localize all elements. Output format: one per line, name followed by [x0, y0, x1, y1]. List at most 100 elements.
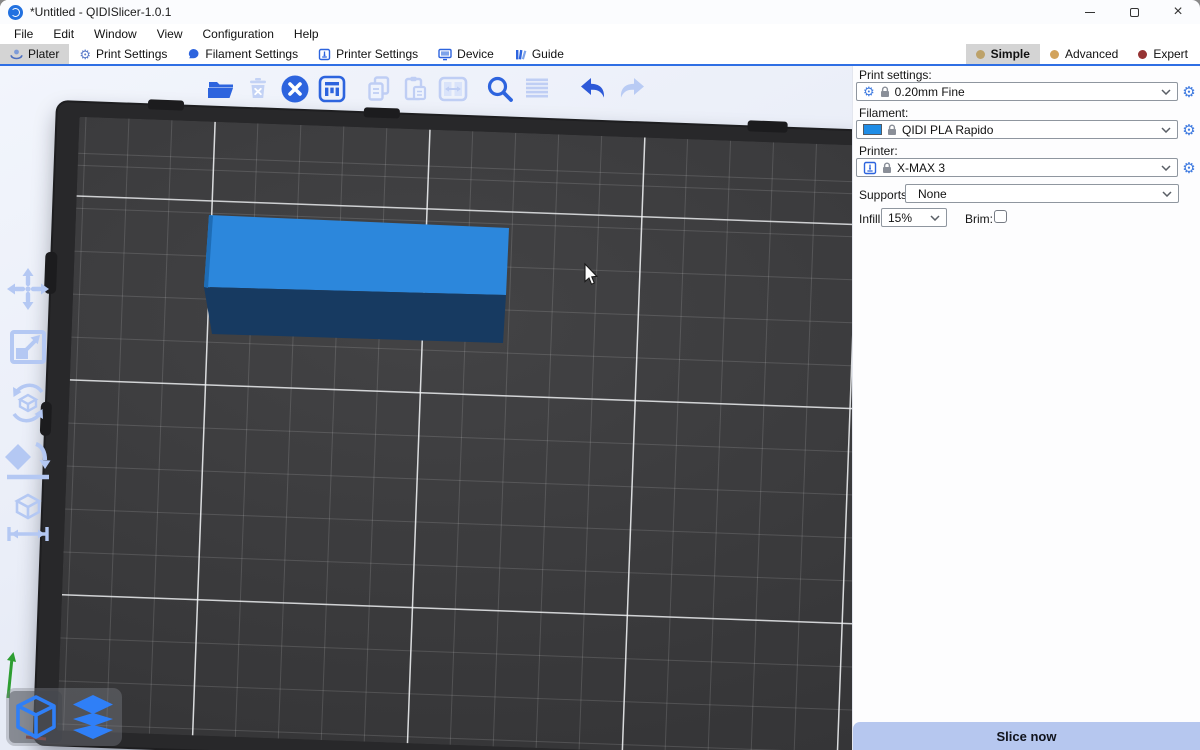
arrange-icon	[317, 74, 347, 104]
mode-advanced[interactable]: Advanced	[1040, 44, 1128, 64]
place-on-face-tool-button[interactable]	[2, 435, 54, 485]
mode-expert[interactable]: Expert	[1128, 44, 1198, 64]
measure-icon	[4, 492, 52, 542]
lock-icon	[882, 162, 892, 174]
print-bed-grid	[57, 117, 852, 750]
place-on-face-icon	[4, 436, 52, 484]
window-title: *Untitled - QIDISlicer-1.0.1	[30, 5, 171, 19]
chevron-down-icon	[1161, 89, 1171, 95]
printer-select[interactable]: X-MAX 3	[856, 158, 1178, 177]
view-mode-toggle	[6, 688, 122, 746]
print-settings-value: 0.20mm Fine	[895, 85, 965, 99]
device-icon	[438, 48, 452, 61]
tab-label: Guide	[532, 47, 564, 61]
supports-label: Supports:	[859, 188, 910, 202]
mode-label: Advanced	[1065, 47, 1118, 61]
scale-tool-button[interactable]	[2, 321, 54, 371]
print-settings-select[interactable]: ⚙ 0.20mm Fine	[856, 82, 1178, 101]
tab-device[interactable]: Device	[428, 44, 504, 64]
split-view-icon	[437, 74, 469, 104]
menu-configuration[interactable]: Configuration	[193, 25, 284, 43]
menu-window[interactable]: Window	[84, 25, 147, 43]
simple-mode-dot-icon	[976, 50, 985, 59]
slice-now-button[interactable]: Slice now	[853, 722, 1200, 750]
filament-gear-button[interactable]: ⚙	[1181, 123, 1197, 138]
gear-icon: ⚙	[863, 85, 875, 98]
rotate-icon	[5, 378, 51, 428]
3d-viewport[interactable]	[0, 66, 852, 750]
redo-arrow-icon	[615, 75, 647, 103]
printer-icon	[318, 48, 331, 61]
menu-file[interactable]: File	[4, 25, 43, 43]
search-button[interactable]	[482, 68, 519, 110]
undo-button[interactable]	[576, 68, 613, 110]
redo-button[interactable]	[613, 68, 650, 110]
move-tool-button[interactable]	[2, 264, 54, 314]
layers-preview-icon	[70, 693, 116, 741]
scale-icon	[5, 323, 51, 369]
tab-label: Printer Settings	[336, 47, 418, 61]
supports-select[interactable]: None	[905, 184, 1179, 203]
print-settings-label: Print settings:	[859, 68, 932, 82]
copy-button[interactable]	[361, 68, 398, 110]
minimize-icon	[1085, 12, 1095, 13]
menu-edit[interactable]: Edit	[43, 25, 84, 43]
menu-view[interactable]: View	[147, 25, 193, 43]
paste-button[interactable]	[398, 68, 435, 110]
delete-all-button[interactable]	[277, 68, 314, 110]
open-button[interactable]	[203, 68, 240, 110]
menu-help[interactable]: Help	[284, 25, 329, 43]
plater-toolbar	[0, 68, 852, 110]
printer-icon	[863, 161, 877, 175]
app-window: *Untitled - QIDISlicer-1.0.1 × File Edit…	[0, 0, 1200, 750]
arrange-button[interactable]	[314, 68, 351, 110]
gear-icon: ⚙	[79, 48, 91, 61]
infill-label: Infill:	[859, 212, 884, 226]
mode-switcher: Simple Advanced Expert	[966, 44, 1200, 64]
settings-panel: Print settings: ⚙ 0.20mm Fine ⚙ Filament…	[852, 66, 1200, 750]
close-icon: ×	[1173, 4, 1182, 20]
tab-guide[interactable]: Guide	[504, 44, 574, 64]
tab-label: Print Settings	[96, 47, 167, 61]
layers-list-icon	[523, 75, 551, 103]
tab-plater[interactable]: Plater	[0, 44, 69, 64]
advanced-mode-dot-icon	[1050, 50, 1059, 59]
app-logo-icon	[8, 5, 23, 20]
main-content: Print settings: ⚙ 0.20mm Fine ⚙ Filament…	[0, 66, 1200, 750]
minimize-button[interactable]	[1068, 0, 1112, 24]
maximize-button[interactable]	[1112, 0, 1156, 24]
tab-filament-settings[interactable]: Filament Settings	[177, 44, 308, 64]
printer-gear-button[interactable]: ⚙	[1181, 161, 1197, 176]
chevron-down-icon	[1161, 127, 1171, 133]
brim-checkbox[interactable]	[994, 210, 1007, 223]
guide-icon	[514, 48, 527, 61]
filament-select[interactable]: QIDI PLA Rapido	[856, 120, 1178, 139]
search-icon	[485, 74, 515, 104]
variable-layer-height-button[interactable]	[519, 68, 556, 110]
layers-preview-view-button[interactable]	[66, 691, 119, 743]
tab-label: Device	[457, 47, 494, 61]
infill-value: 15%	[888, 211, 912, 225]
print-settings-gear-button[interactable]: ⚙	[1181, 85, 1197, 100]
mode-simple[interactable]: Simple	[966, 44, 1040, 64]
rotate-tool-button[interactable]	[2, 378, 54, 428]
split-view-button[interactable]	[435, 68, 472, 110]
tab-printer-settings[interactable]: Printer Settings	[308, 44, 428, 64]
tab-print-settings[interactable]: ⚙ Print Settings	[69, 44, 177, 64]
mode-label: Expert	[1153, 47, 1188, 61]
3d-editor-view-button[interactable]	[9, 691, 62, 743]
delete-button[interactable]	[240, 68, 277, 110]
filament-value: QIDI PLA Rapido	[902, 123, 993, 137]
delete-trash-icon	[244, 75, 272, 103]
chevron-down-icon	[930, 215, 940, 221]
paste-icon	[401, 74, 431, 104]
close-button[interactable]: ×	[1156, 0, 1200, 24]
delete-all-icon	[280, 74, 310, 104]
measure-tool-button[interactable]	[2, 492, 54, 542]
undo-arrow-icon	[578, 75, 610, 103]
move-icon	[5, 266, 51, 312]
infill-select[interactable]: 15%	[881, 208, 947, 227]
print-bed	[34, 102, 852, 750]
window-controls: ×	[1068, 0, 1200, 24]
chevron-down-icon	[1162, 191, 1172, 197]
